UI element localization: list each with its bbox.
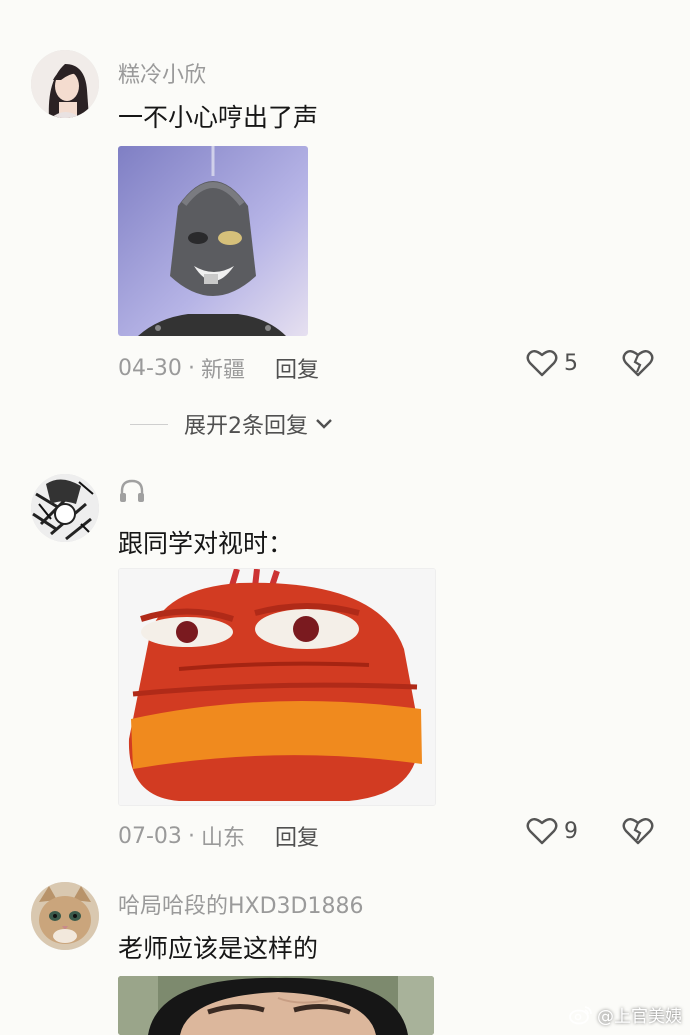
comment-meta: 04-30 · 新疆 回复 — [118, 352, 319, 384]
user-avatar[interactable] — [31, 474, 99, 542]
user-avatar[interactable] — [31, 50, 99, 118]
sketch-avatar-icon — [31, 474, 99, 542]
watermark: @上官美姨 — [569, 1002, 682, 1027]
divider-line — [130, 423, 168, 425]
watermark-text: @上官美姨 — [597, 1007, 682, 1027]
reply-button[interactable]: 回复 — [275, 352, 319, 384]
username[interactable]: 哈局哈段的HXD3D1886 — [118, 888, 363, 920]
heart-icon — [526, 350, 558, 377]
comment-text: 跟同学对视时： — [118, 529, 294, 558]
expand-replies-label: 展开2条回复 — [184, 414, 308, 439]
comment-date: 04-30 — [118, 355, 182, 381]
meme-image[interactable] — [118, 568, 436, 806]
headphone-badge — [118, 478, 146, 508]
user-avatar[interactable] — [31, 882, 99, 950]
like-button[interactable]: 9 — [526, 816, 578, 846]
meme-image[interactable] — [118, 146, 308, 336]
dislike-button[interactable] — [622, 816, 654, 850]
girl-avatar-icon — [31, 50, 99, 118]
separator-dot: · — [187, 823, 195, 849]
headphone-icon — [120, 479, 144, 502]
gray-alien-face-meme-icon — [118, 146, 308, 336]
chevron-down-icon — [316, 419, 332, 429]
comment-text: 老师应该是这样的 — [118, 934, 319, 963]
teacher-face-meme-icon — [118, 976, 434, 1035]
cat-avatar-icon — [31, 882, 99, 950]
dislike-button[interactable] — [622, 348, 654, 382]
comment-location: 山东 — [200, 826, 245, 851]
username[interactable]: 糕冷小欣 — [118, 57, 206, 89]
separator-dot: · — [187, 355, 195, 381]
like-count: 9 — [564, 818, 578, 844]
broken-heart-icon — [622, 350, 654, 377]
comment-text: 一不小心哼出了声 — [118, 103, 319, 132]
like-count: 5 — [564, 350, 578, 376]
expand-replies[interactable]: 展开2条回复 — [130, 408, 334, 440]
weibo-logo-icon — [569, 1005, 592, 1024]
reply-button[interactable]: 回复 — [275, 820, 319, 852]
comment-date: 07-03 — [118, 823, 182, 849]
like-button[interactable]: 5 — [526, 348, 578, 378]
red-larva-side-eye-meme-icon — [119, 569, 435, 805]
comment-meta: 07-03 · 山东 回复 — [118, 820, 319, 852]
comment-location: 新疆 — [200, 358, 245, 383]
heart-icon — [526, 818, 558, 845]
meme-image[interactable] — [118, 976, 434, 1035]
broken-heart-icon — [622, 818, 654, 845]
